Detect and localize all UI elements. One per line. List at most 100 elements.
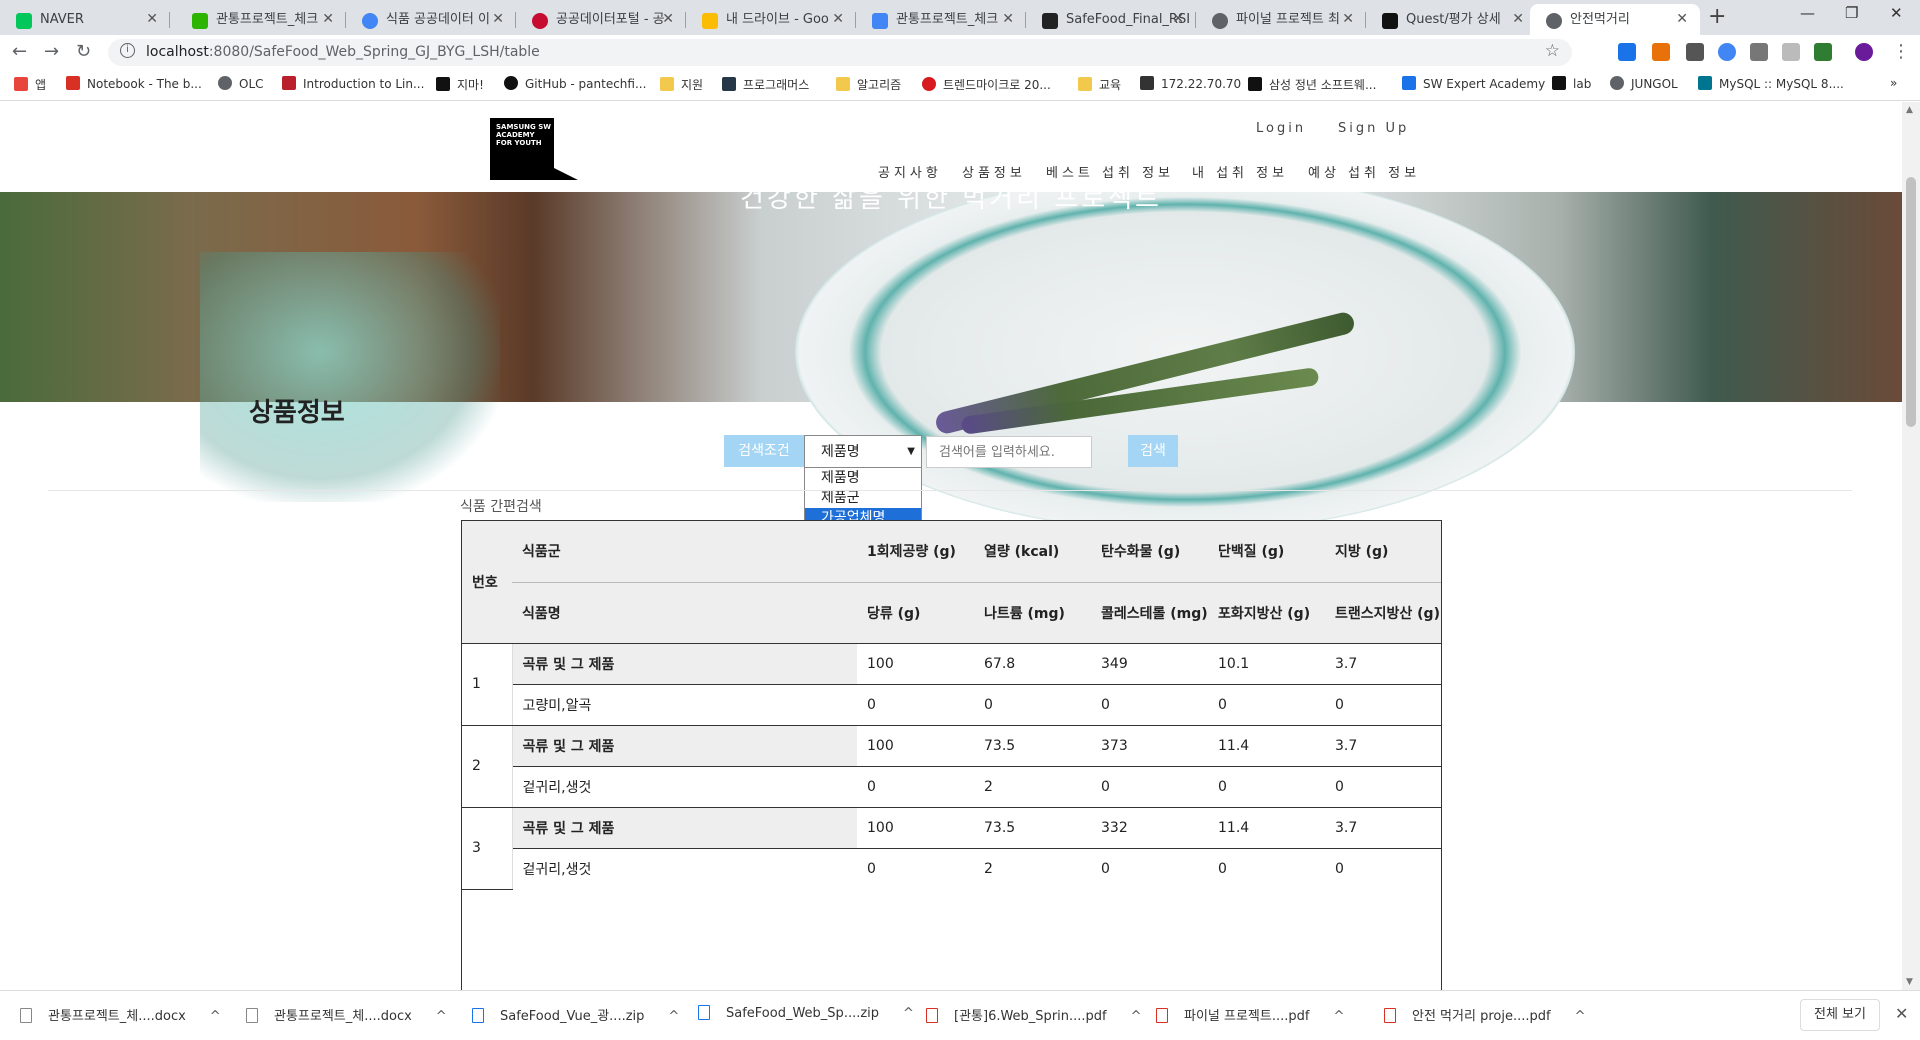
show-all-downloads-button[interactable]: 전체 보기 <box>1800 999 1880 1031</box>
bookmark-item[interactable]: 프로그래머스 <box>722 76 809 93</box>
bookmark-item[interactable]: 앱 <box>14 76 46 93</box>
nav-my-intake[interactable]: 내 섭취 정보 <box>1192 162 1288 181</box>
browser-tab-active[interactable]: 안전먹거리 ✕ <box>1530 4 1700 35</box>
minimize-icon[interactable]: — <box>1800 4 1815 22</box>
bookmark-star-icon[interactable]: ☆ <box>1545 41 1560 61</box>
search-condition-select[interactable]: 제품명 ▼ <box>804 435 922 469</box>
download-item[interactable]: SafeFood_Vue_광....zip ^ <box>472 1005 679 1024</box>
close-tab-icon[interactable]: ✕ <box>322 4 334 35</box>
close-tab-icon[interactable]: ✕ <box>662 4 674 35</box>
nav-expected-intake[interactable]: 예상 섭취 정보 <box>1308 162 1420 181</box>
profile-avatar[interactable] <box>1855 43 1873 61</box>
page-scrollbar[interactable]: ▲ ▼ <box>1902 102 1920 990</box>
address-bar[interactable]: i localhost:8080/SafeFood_Web_Spring_GJ_… <box>108 39 1572 66</box>
new-tab-button[interactable]: + <box>1708 4 1726 29</box>
chevron-up-icon[interactable]: ^ <box>210 1009 221 1024</box>
bookmark-folder[interactable]: 지원 <box>660 76 703 93</box>
header-no: 번호 <box>462 521 512 644</box>
header-protein: 단백질 (g) <box>1208 521 1325 583</box>
signup-link[interactable]: Sign Up <box>1338 121 1409 136</box>
bookmark-item[interactable]: Notebook - The b... <box>66 76 202 91</box>
scrollbar-thumb[interactable] <box>1906 177 1916 427</box>
close-tab-icon[interactable]: ✕ <box>1342 4 1354 35</box>
window-close-icon[interactable]: ✕ <box>1890 4 1903 22</box>
close-tab-icon[interactable]: ✕ <box>146 4 158 35</box>
close-tab-icon[interactable]: ✕ <box>1172 4 1184 35</box>
table-row[interactable]: 겉귀리,생것 0 2 0 0 0 <box>462 848 1441 889</box>
browser-tab[interactable]: 공공데이터포털 - 공 ✕ <box>516 4 686 35</box>
table-row[interactable]: 1 곡류 및 그 제품 100 67.8 349 10.1 3.7 <box>462 643 1441 726</box>
info-icon[interactable]: i <box>120 43 135 58</box>
bookmark-item[interactable]: MySQL :: MySQL 8.... <box>1698 76 1844 91</box>
nav-notice[interactable]: 공지사항 <box>878 162 942 181</box>
download-item[interactable]: [관통]6.Web_Sprin....pdf ^ <box>926 1005 1142 1024</box>
forward-icon[interactable]: → <box>44 41 59 62</box>
bookmark-item[interactable]: 지마! <box>436 76 484 93</box>
vue-devtools-icon[interactable] <box>1814 43 1832 61</box>
site-logo[interactable]: SAMSUNG SW ACADEMY FOR YOUTH <box>490 118 578 180</box>
download-item[interactable]: SafeFood_Web_Sp....zip ^ <box>698 1005 914 1021</box>
browser-tab[interactable]: 파이널 프로젝트 최 ✕ <box>1196 4 1366 35</box>
download-item[interactable]: 파이널 프로젝트....pdf ^ <box>1156 1005 1344 1024</box>
close-tab-icon[interactable]: ✕ <box>492 4 504 35</box>
chevron-up-icon[interactable]: ^ <box>903 1006 914 1021</box>
cell-value: 373 <box>1091 725 1208 767</box>
browser-tab[interactable]: 내 드라이브 - Goo ✕ <box>686 4 856 35</box>
dropdown-option-product-name[interactable]: 제품명 <box>805 468 921 488</box>
browser-tab[interactable]: NAVER ✕ <box>0 4 170 35</box>
download-item[interactable]: 관통프로젝트_체....docx ^ <box>246 1005 447 1024</box>
browser-tab[interactable]: Quest/평가 상세 ✕ <box>1366 4 1536 35</box>
chevron-up-icon[interactable]: ^ <box>1333 1009 1344 1024</box>
table-row[interactable]: 겉귀리,생것 0 2 0 0 0 <box>462 766 1441 808</box>
bookmark-item[interactable]: 172.22.70.70 <box>1140 76 1241 91</box>
chevron-up-icon[interactable]: ^ <box>1575 1009 1586 1024</box>
bookmark-item[interactable]: Introduction to Lin... <box>282 76 424 91</box>
bookmark-item[interactable]: OLC <box>218 76 264 91</box>
browser-tab[interactable]: 관통프로젝트_체크 ✕ <box>856 4 1026 35</box>
table-row[interactable]: 2 곡류 및 그 제품 100 73.5 373 11.4 3.7 <box>462 725 1441 808</box>
close-tab-icon[interactable]: ✕ <box>1002 4 1014 35</box>
browser-tab[interactable]: 식품 공공데이터 이 ✕ <box>346 4 516 35</box>
dropdown-option-product-group[interactable]: 제품군 <box>805 488 921 508</box>
close-downloads-icon[interactable]: ✕ <box>1895 1004 1908 1023</box>
browser-tab[interactable]: 관통프로젝트_체크 ✕ <box>176 4 346 35</box>
login-link[interactable]: Login <box>1256 121 1306 136</box>
bookmark-item[interactable]: lab <box>1552 76 1591 91</box>
search-button[interactable]: 검색 <box>1128 435 1178 467</box>
chevron-up-icon[interactable]: ^ <box>1131 1009 1142 1024</box>
bookmark-item[interactable]: 삼성 정년 소프트웨... <box>1248 76 1376 93</box>
table-row[interactable]: 고량미,알곡 0 0 0 0 0 <box>462 684 1441 726</box>
download-item[interactable]: 관통프로젝트_체....docx ^ <box>20 1005 221 1024</box>
extension-icon[interactable] <box>1782 43 1800 61</box>
extension-icon[interactable] <box>1718 43 1736 61</box>
bookmark-item[interactable]: SW Expert Academy <box>1402 76 1545 91</box>
bookmark-folder[interactable]: 알고리즘 <box>836 76 901 93</box>
scroll-down-icon[interactable]: ▼ <box>1906 977 1913 987</box>
browser-tab[interactable]: SafeFood_Final_RSI ✕ <box>1026 4 1196 35</box>
extension-icon[interactable] <box>1686 43 1704 61</box>
bookmark-item[interactable]: JUNGOL <box>1610 76 1678 91</box>
back-icon[interactable]: ← <box>12 41 27 62</box>
chevron-up-icon[interactable]: ^ <box>668 1009 679 1024</box>
bookmark-item[interactable]: GitHub - pantechfi... <box>504 76 646 91</box>
scroll-up-icon[interactable]: ▲ <box>1906 105 1913 115</box>
close-tab-icon[interactable]: ✕ <box>1512 4 1524 35</box>
bookmark-folder[interactable]: 교육 <box>1078 76 1121 93</box>
maximize-icon[interactable]: ❐ <box>1845 4 1858 22</box>
url-text[interactable]: localhost:8080/SafeFood_Web_Spring_GJ_BY… <box>146 44 540 60</box>
bookmark-item[interactable]: 트렌드마이크로 20... <box>922 76 1051 93</box>
nav-best-intake[interactable]: 베스트 섭취 정보 <box>1046 162 1174 181</box>
extension-icon[interactable] <box>1652 43 1670 61</box>
extension-icon[interactable] <box>1750 43 1768 61</box>
chevron-up-icon[interactable]: ^ <box>436 1009 447 1024</box>
extension-icon[interactable] <box>1618 43 1636 61</box>
nav-product-info[interactable]: 상품정보 <box>962 162 1026 181</box>
table-row[interactable]: 3 곡류 및 그 제품 100 73.5 332 11.4 3.7 <box>462 807 1441 890</box>
download-item[interactable]: 안전 먹거리 proje....pdf ^ <box>1384 1005 1585 1024</box>
reload-icon[interactable]: ↻ <box>76 41 91 62</box>
close-tab-icon[interactable]: ✕ <box>832 4 844 35</box>
menu-icon[interactable]: ⋮ <box>1892 41 1910 62</box>
close-tab-icon[interactable]: ✕ <box>1676 4 1688 35</box>
more-bookmarks-icon[interactable]: » <box>1890 76 1897 90</box>
search-input[interactable] <box>926 436 1092 468</box>
